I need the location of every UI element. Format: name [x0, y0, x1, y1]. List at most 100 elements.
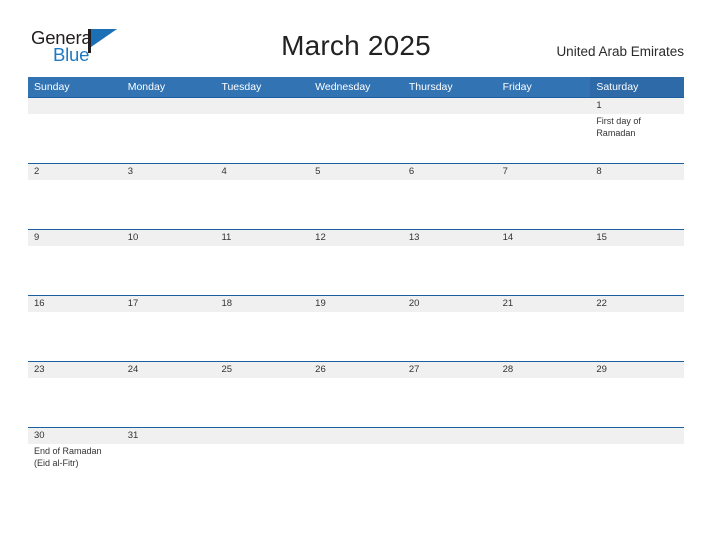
calendar-day-cell[interactable]: 21 — [496, 296, 591, 361]
calendar-week-row: 30 End of Ramadan (Eid al-Fitr) 31 — [28, 427, 685, 493]
day-number: 24 — [127, 364, 139, 375]
calendar-day-cell[interactable]: 26 — [309, 362, 403, 427]
day-number: 26 — [315, 364, 326, 375]
weekday-header-thursday: Thursday — [402, 77, 497, 97]
calendar-day-cell-empty — [496, 98, 591, 163]
calendar-week-cells: 30 End of Ramadan (Eid al-Fitr) 31 — [28, 428, 685, 493]
calendar-week-row: 1 First day of Ramadan — [28, 97, 685, 163]
day-number: 22 — [596, 298, 607, 309]
day-number: 4 — [221, 166, 227, 177]
day-number: 14 — [502, 232, 514, 243]
page-header: General Blue March 2025 United Arab Emir… — [0, 0, 712, 76]
day-number-band — [402, 164, 497, 180]
calendar-day-cell[interactable]: 12 — [309, 230, 403, 295]
calendar-grid: Sunday Monday Tuesday Wednesday Thursday… — [28, 77, 685, 493]
calendar-week-cells: 1 First day of Ramadan — [28, 98, 685, 163]
day-number: 19 — [315, 298, 326, 309]
calendar-day-cell[interactable]: 6 — [402, 164, 497, 229]
day-number: 9 — [34, 232, 40, 243]
calendar-day-cell-empty — [215, 98, 310, 163]
calendar-day-cell-empty — [309, 98, 403, 163]
day-number-band — [496, 164, 591, 180]
day-number: 6 — [408, 166, 415, 177]
day-number-band — [496, 98, 591, 114]
calendar-day-cell-empty — [215, 428, 310, 493]
weekday-header-tuesday: Tuesday — [215, 77, 310, 97]
calendar-day-cell[interactable]: 28 — [496, 362, 591, 427]
day-number: 18 — [221, 298, 233, 309]
calendar-day-cell[interactable]: 31 — [121, 428, 216, 493]
day-number-band — [215, 98, 310, 114]
day-number-band — [121, 98, 216, 114]
day-number-band — [402, 98, 497, 114]
day-number: 10 — [127, 232, 139, 243]
day-number: 30 — [34, 430, 45, 441]
calendar-day-cell[interactable]: 27 — [402, 362, 497, 427]
day-number-band — [28, 230, 122, 246]
calendar-day-cell[interactable]: 16 — [28, 296, 122, 361]
calendar-week-row: 9 10 11 12 13 14 15 — [28, 229, 685, 295]
day-number: 12 — [315, 232, 326, 243]
calendar-day-cell-empty — [402, 98, 497, 163]
calendar-day-cell[interactable]: 20 — [402, 296, 497, 361]
calendar-week-row: 23 24 25 26 27 28 29 — [28, 361, 685, 427]
day-event-line: End of Ramadan — [34, 446, 102, 456]
calendar-weeks: 1 First day of Ramadan 2 3 4 5 6 7 8 9 10 11 12 13 14 15… — [28, 97, 685, 493]
day-number: 3 — [127, 166, 134, 177]
calendar-day-cell[interactable]: 29 — [590, 362, 685, 427]
calendar-day-cell[interactable]: 18 — [215, 296, 310, 361]
calendar-day-cell[interactable]: 19 — [309, 296, 403, 361]
weekday-header-monday: Monday — [121, 77, 216, 97]
calendar-day-cell[interactable]: 11 — [215, 230, 310, 295]
day-number: 2 — [34, 166, 40, 177]
calendar-day-cell[interactable]: 8 — [590, 164, 685, 229]
calendar-day-cell[interactable]: 4 — [215, 164, 310, 229]
calendar-day-cell[interactable]: 14 — [496, 230, 591, 295]
calendar-day-cell[interactable]: 3 — [121, 164, 216, 229]
calendar-week-cells: 9 10 11 12 13 14 15 — [28, 230, 685, 295]
day-number: 28 — [502, 364, 514, 375]
day-number-band — [215, 428, 310, 444]
calendar-day-cell[interactable]: 1 First day of Ramadan — [590, 98, 685, 163]
calendar-day-cell[interactable]: 24 — [121, 362, 216, 427]
weekday-header-sunday: Sunday — [28, 77, 122, 97]
day-number: 20 — [408, 298, 420, 309]
day-number: 21 — [502, 298, 514, 309]
day-number-band — [402, 428, 497, 444]
weekday-header-friday: Friday — [496, 77, 591, 97]
calendar-day-cell[interactable]: 10 — [121, 230, 216, 295]
calendar-day-cell[interactable]: 30 End of Ramadan (Eid al-Fitr) — [28, 428, 122, 493]
day-number: 27 — [408, 364, 420, 375]
day-event-line: Ramadan — [596, 127, 636, 138]
day-number: 23 — [34, 364, 45, 375]
weekday-header-row: Sunday Monday Tuesday Wednesday Thursday… — [28, 77, 685, 97]
calendar-day-cell-empty — [402, 428, 497, 493]
calendar-day-cell[interactable]: 25 — [215, 362, 310, 427]
day-number: 8 — [596, 166, 602, 177]
day-number: 13 — [408, 232, 420, 243]
calendar-day-cell[interactable]: 23 — [28, 362, 122, 427]
calendar-day-cell[interactable]: 7 — [496, 164, 591, 229]
day-number-band — [309, 428, 403, 444]
day-number-band — [28, 164, 122, 180]
calendar-day-cell[interactable]: 13 — [402, 230, 497, 295]
weekday-header-saturday: Saturday — [590, 77, 685, 97]
day-event-line: (Eid al-Fitr) — [34, 457, 79, 468]
calendar-day-cell[interactable]: 15 — [590, 230, 685, 295]
calendar-day-cell[interactable]: 22 — [590, 296, 685, 361]
day-number: 16 — [34, 298, 45, 309]
calendar-day-cell[interactable]: 5 — [309, 164, 403, 229]
calendar-day-cell[interactable]: 2 — [28, 164, 122, 229]
day-number-band — [496, 428, 591, 444]
day-number-band — [121, 164, 216, 180]
day-number-band — [215, 164, 310, 180]
calendar-page: General Blue March 2025 United Arab Emir… — [0, 0, 712, 550]
day-number: 29 — [596, 364, 607, 375]
day-event-list: End of Ramadan (Eid al-Fitr) — [34, 446, 118, 469]
day-number-band — [309, 98, 403, 114]
day-event-list: First day of Ramadan — [596, 116, 680, 139]
calendar-day-cell[interactable]: 9 — [28, 230, 122, 295]
calendar-day-cell[interactable]: 17 — [121, 296, 216, 361]
calendar-week-row: 16 17 18 19 20 21 22 — [28, 295, 685, 361]
calendar-day-cell-empty — [590, 428, 685, 493]
